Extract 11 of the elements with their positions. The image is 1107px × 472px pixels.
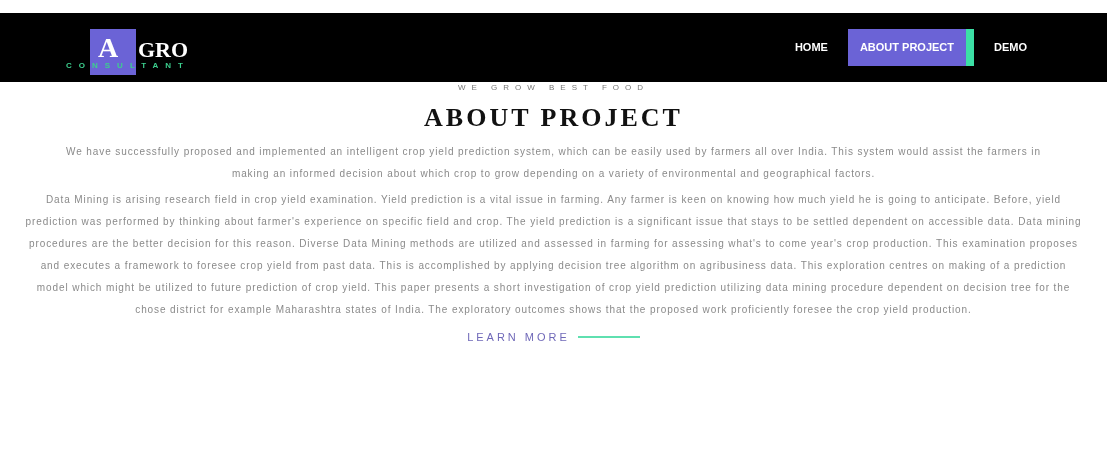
nav-link[interactable]: DEMO (984, 29, 1037, 66)
logo-initial: A (98, 33, 119, 62)
nav-link[interactable]: ABOUT PROJECT (847, 29, 974, 66)
tagline: WE GROW BEST FOOD (457, 84, 650, 92)
paragraph: Data Mining is arising research field in crop yield examination. Yield prediction is a vital issue in farming. Any farmer is keen on knowing how much yield he is going to anticipate. Before, yield prediction was performed by thinking about farmer's experience on specific field and crop. The yield prediction is a significant issue that stays to be settled dependent on accessible data. Data mining procedures are the better decision for this reason. Diverse Data Mining methods are utilized and assessed in farming for assessing what's to come year's crop production. This examination proposes and executes a framework to foresee crop yield from past data. This is accomplished by applying decision tree algorithm on agribusiness data. This exploration centres on making of a prediction model which might be utilized to future prediction of crop yield. This paper presents a short investigation of crop yield prediction utilizing data mining procedure dependent on decision tree for the chose district for example Maharashtra states of India. The exploratory outcomes shows that the proposed work proficiently foresee the crop yield production. (24, 193, 1083, 317)
logo-name: GRO (138, 38, 189, 61)
paragraph: We have successfully proposed and implemented an intelligent crop yield prediction system, which can be easily used by farmers all over India. This system would assist the farmers in making an informed decision about which crop to grow depending on a variety of environmental and geographical factors. (65, 145, 1042, 181)
learn-more-link[interactable]: LEARN MORE (467, 329, 640, 346)
page-heading: ABOUT PROJECT (424, 105, 683, 131)
underline-dash (577, 336, 640, 339)
nav-link[interactable]: HOME (784, 29, 838, 66)
